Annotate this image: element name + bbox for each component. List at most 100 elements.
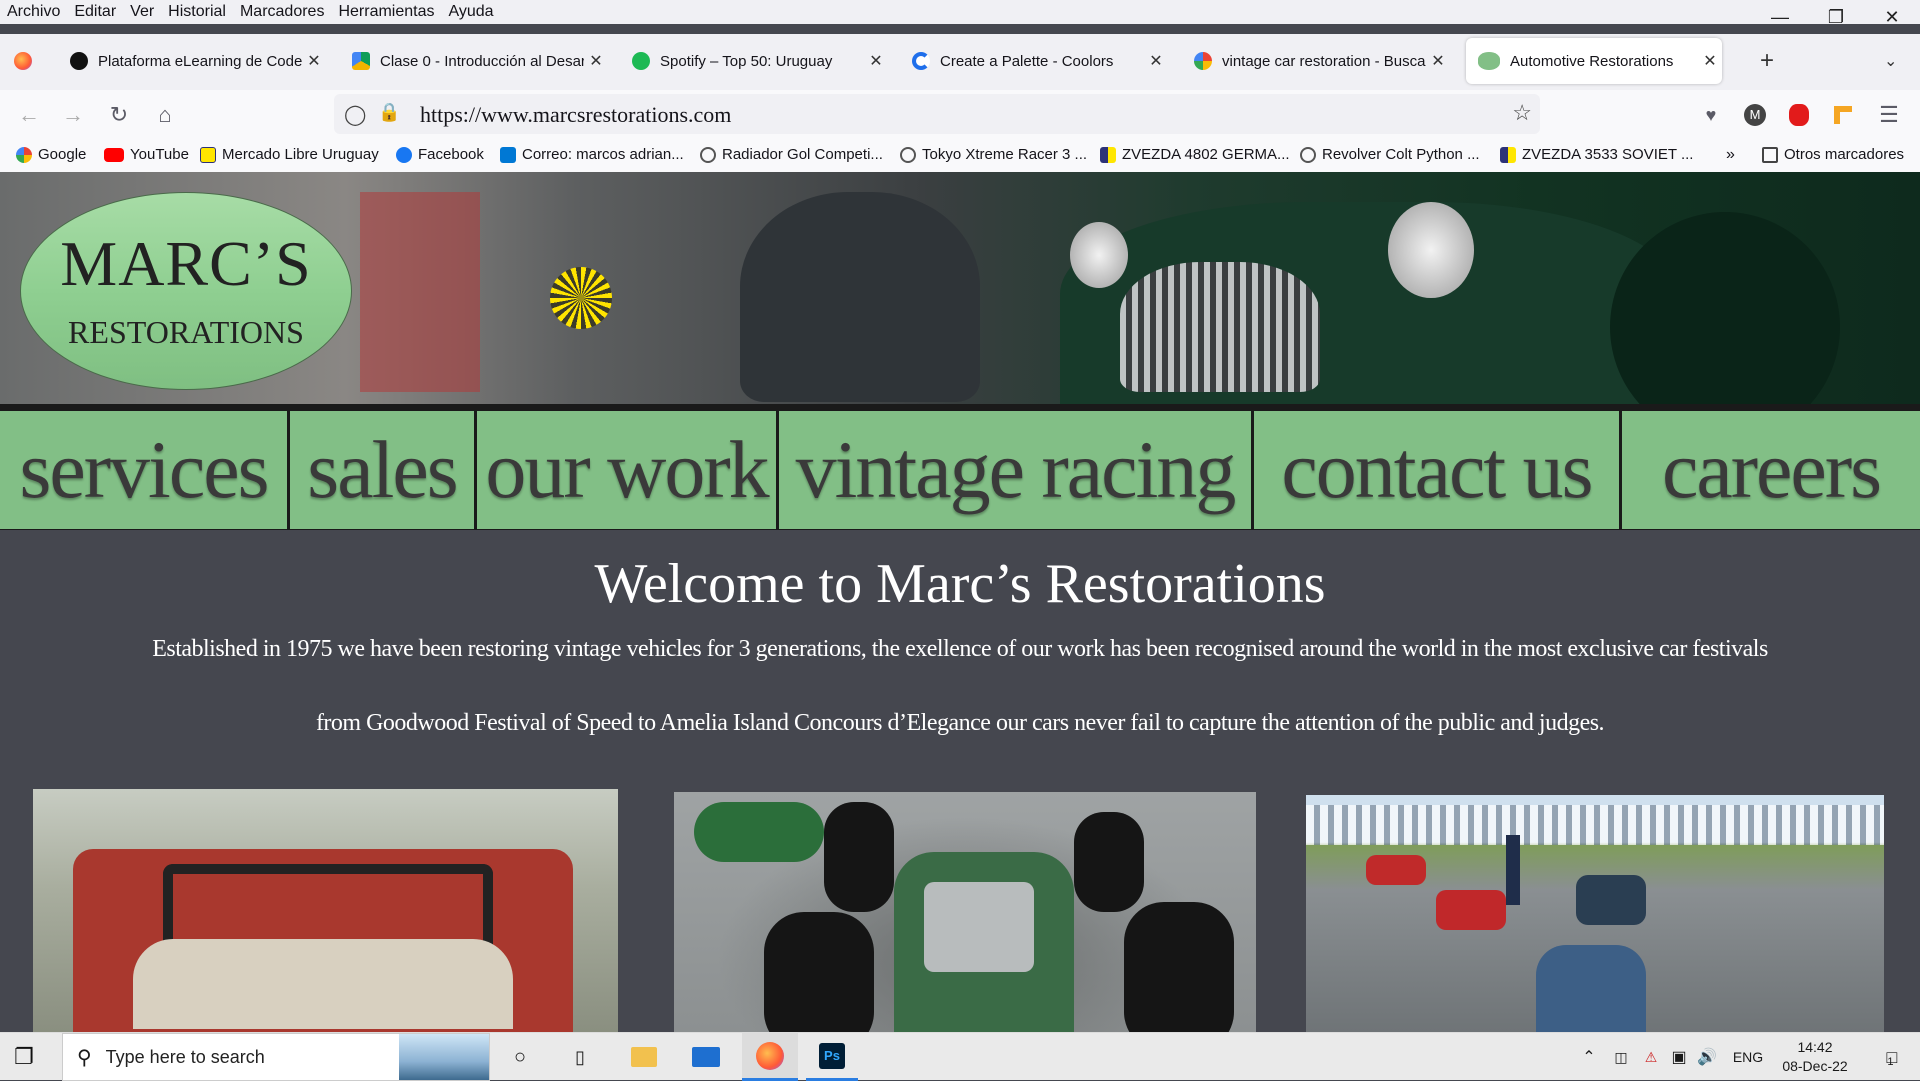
other-bookmarks-folder[interactable]: Otros marcadores bbox=[1762, 146, 1904, 163]
pocket-button[interactable]: ♥ bbox=[1696, 100, 1726, 130]
shopping-bag-icon bbox=[1500, 146, 1516, 163]
tab-coder[interactable]: Plataforma eLearning de Coder ✕ bbox=[58, 38, 326, 84]
tab-title: Plataforma eLearning de Coder bbox=[98, 52, 302, 70]
reload-button[interactable]: ↻ bbox=[104, 100, 134, 130]
tab-strip: Plataforma eLearning de Coder ✕ Clase 0 … bbox=[0, 34, 1920, 90]
tab-automotive-restorations[interactable]: Automotive Restorations ✕ bbox=[1466, 38, 1722, 84]
menu-editar[interactable]: Editar bbox=[67, 3, 123, 21]
coder-favicon-icon bbox=[70, 52, 88, 70]
forward-button[interactable]: → bbox=[58, 100, 88, 130]
bookmark-zvezda-3533[interactable]: ZVEZDA 3533 SOVIET ... bbox=[1500, 146, 1693, 163]
account-avatar-icon: M bbox=[1744, 104, 1766, 126]
notifications-button[interactable]: □ 1 bbox=[1866, 1033, 1914, 1081]
app-menu-button[interactable]: ☰ bbox=[1874, 100, 1904, 130]
marcs-favicon-icon bbox=[1478, 52, 1500, 70]
task-view-button[interactable]: ▯ bbox=[560, 1033, 600, 1081]
file-explorer-button[interactable] bbox=[620, 1033, 668, 1081]
tab-google-search[interactable]: vintage car restoration - Buscar ✕ bbox=[1182, 38, 1450, 84]
bookmark-youtube[interactable]: YouTube bbox=[104, 146, 189, 163]
account-button[interactable]: M bbox=[1740, 100, 1770, 130]
list-all-tabs-button[interactable]: ⌄ bbox=[1872, 38, 1912, 84]
tray-app-icon[interactable]: ◫ bbox=[1606, 1033, 1636, 1081]
close-window-icon[interactable]: ✕ bbox=[1864, 0, 1920, 34]
minimize-icon[interactable]: — bbox=[1752, 0, 1808, 34]
bookmark-label: ZVEZDA 4802 GERMA... bbox=[1122, 146, 1290, 163]
site-logo[interactable]: MARC’S RESTORATIONS bbox=[20, 192, 352, 390]
menu-ayuda[interactable]: Ayuda bbox=[441, 3, 500, 21]
firefox-view-button[interactable] bbox=[0, 38, 50, 84]
window-controls: — ❐ ✕ bbox=[1752, 0, 1920, 34]
show-hidden-icons-button[interactable]: ⌃ bbox=[1574, 1033, 1604, 1081]
globe-icon bbox=[900, 146, 916, 163]
firefox-icon bbox=[14, 52, 32, 70]
nav-sales[interactable]: sales bbox=[290, 411, 477, 529]
taskbar-search-box[interactable]: ⚲ Type here to search bbox=[62, 1033, 490, 1081]
notification-count: 1 bbox=[1887, 1056, 1894, 1068]
close-tab-icon[interactable]: ✕ bbox=[1144, 51, 1168, 71]
arrow-right-icon: → bbox=[62, 102, 84, 127]
menu-marcadores[interactable]: Marcadores bbox=[233, 3, 331, 21]
bookmark-mercado-libre[interactable]: Mercado Libre Uruguay bbox=[200, 146, 379, 163]
url-bar[interactable]: ◯ 🔒 https://www.marcsrestorations.com ☆ bbox=[334, 94, 1540, 134]
bookmark-revolver[interactable]: Revolver Colt Python ... bbox=[1300, 146, 1480, 163]
new-tab-button[interactable]: + bbox=[1752, 38, 1792, 84]
back-button[interactable]: ← bbox=[14, 100, 44, 130]
nav-our-work[interactable]: our work bbox=[477, 411, 779, 529]
photoshop-taskbar-button[interactable]: Ps bbox=[806, 1033, 858, 1081]
bookmark-radiador[interactable]: Radiador Gol Competi... bbox=[700, 146, 883, 163]
menu-herramientas[interactable]: Herramientas bbox=[331, 3, 441, 21]
menu-archivo[interactable]: Archivo bbox=[0, 3, 67, 21]
bookmark-star-icon[interactable]: ☆ bbox=[1512, 100, 1532, 126]
bookmark-correo[interactable]: Correo: marcos adrian... bbox=[500, 146, 684, 163]
bookmark-label: YouTube bbox=[130, 146, 189, 163]
tab-coolors[interactable]: Create a Palette - Coolors ✕ bbox=[900, 38, 1168, 84]
logo-title: MARC’S bbox=[60, 227, 312, 299]
network-icon[interactable]: ▣ bbox=[1664, 1033, 1694, 1081]
bookmark-tokyo-xtreme[interactable]: Tokyo Xtreme Racer 3 ... bbox=[900, 146, 1087, 163]
tab-spotify[interactable]: Spotify – Top 50: Uruguay ✕ bbox=[620, 38, 888, 84]
mail-button[interactable] bbox=[682, 1033, 730, 1081]
tracking-protection-shield-icon[interactable]: ◯ bbox=[344, 102, 366, 127]
nav-vintage-racing[interactable]: vintage racing bbox=[779, 411, 1254, 529]
site-nav: services sales our work vintage racing c… bbox=[0, 404, 1920, 530]
home-button[interactable]: ⌂ bbox=[150, 100, 180, 130]
chevron-up-icon: ⌃ bbox=[1582, 1049, 1596, 1066]
photo-car-body-restoration bbox=[33, 789, 618, 1032]
close-tab-icon[interactable]: ✕ bbox=[864, 51, 888, 71]
volume-icon[interactable]: 🔊 bbox=[1692, 1033, 1722, 1081]
clock[interactable]: 14:42 08-Dec-22 bbox=[1770, 1033, 1860, 1081]
nav-services[interactable]: services bbox=[0, 411, 290, 529]
circle-icon: ○ bbox=[513, 1045, 527, 1068]
close-tab-icon[interactable]: ✕ bbox=[1426, 51, 1450, 71]
bookmark-google[interactable]: Google bbox=[16, 146, 86, 163]
bookmark-label: Facebook bbox=[418, 146, 484, 163]
menu-ver[interactable]: Ver bbox=[123, 3, 161, 21]
bookmark-zvezda-4802[interactable]: ZVEZDA 4802 GERMA... bbox=[1100, 146, 1290, 163]
intro-paragraph-2: from Goodwood Festival of Speed to Ameli… bbox=[315, 710, 1605, 736]
nav-careers[interactable]: careers bbox=[1622, 411, 1920, 529]
menu-bar: Archivo Editar Ver Historial Marcadores … bbox=[0, 0, 1920, 24]
bookmark-label: ZVEZDA 3533 SOVIET ... bbox=[1522, 146, 1694, 163]
tab-clase-0[interactable]: Clase 0 - Introducción al Desarr ✕ bbox=[340, 38, 608, 84]
close-tab-icon[interactable]: ✕ bbox=[1698, 51, 1722, 71]
input-language[interactable]: ENG bbox=[1728, 1033, 1768, 1081]
lock-icon[interactable]: 🔒 bbox=[378, 102, 400, 123]
restore-icon[interactable]: ❐ bbox=[1808, 0, 1864, 34]
bookmark-label: Correo: marcos adrian... bbox=[522, 146, 684, 163]
url-text[interactable]: https://www.marcsrestorations.com bbox=[420, 102, 731, 128]
start-button[interactable]: ❐ bbox=[0, 1033, 48, 1081]
tray-alert-icon[interactable]: ⚠ bbox=[1636, 1033, 1666, 1081]
close-tab-icon[interactable]: ✕ bbox=[302, 51, 326, 71]
ublock-extension-button[interactable] bbox=[1784, 100, 1814, 130]
page-title: Welcome to Marc’s Restorations bbox=[594, 553, 1326, 615]
search-icon: ⚲ bbox=[77, 1046, 92, 1069]
more-bookmarks-button[interactable]: » bbox=[1726, 146, 1735, 164]
tab-title: Spotify – Top 50: Uruguay bbox=[660, 52, 833, 70]
cortana-button[interactable]: ○ bbox=[500, 1033, 540, 1081]
firefox-taskbar-button[interactable] bbox=[742, 1033, 798, 1081]
bookmark-facebook[interactable]: Facebook bbox=[396, 146, 484, 163]
close-tab-icon[interactable]: ✕ bbox=[584, 51, 608, 71]
extension-button[interactable] bbox=[1828, 100, 1858, 130]
menu-historial[interactable]: Historial bbox=[161, 3, 233, 21]
nav-contact-us[interactable]: contact us bbox=[1254, 411, 1622, 529]
